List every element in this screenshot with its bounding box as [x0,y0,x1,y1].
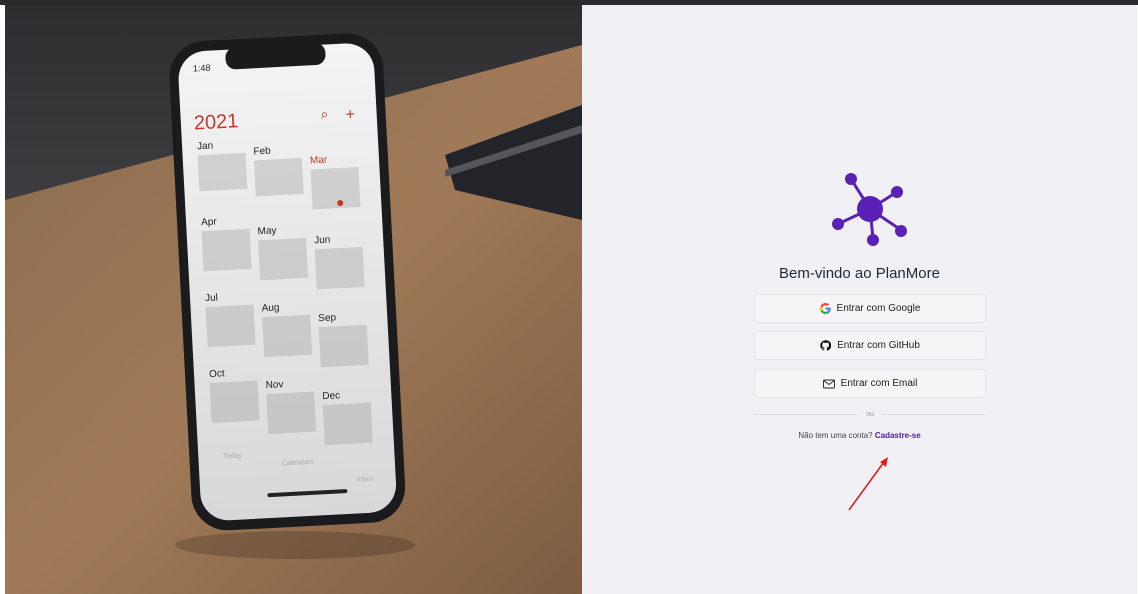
month-jun: Jun [314,235,331,247]
signup-row: Não tem uma conta? Cadastre-se [582,431,1137,440]
month-apr: Apr [201,216,218,228]
signup-prompt: Não tem uma conta? [798,431,873,440]
google-icon [819,303,831,314]
month-mar: Mar [310,155,328,167]
envelope-icon [822,379,835,388]
calendar-search-icon: ⌕ [320,105,329,121]
login-page: 1:48 2021 ⌕ + Jan Feb Mar Apr May Jun Ju… [5,5,1137,594]
month-dec: Dec [322,390,340,402]
month-may: May [257,225,276,237]
tab-inbox: Inbox [357,476,375,484]
tab-today: Today [223,452,243,460]
annotation-arrow-icon [848,457,888,511]
welcome-heading: Bem-vindo ao PlanMore [779,265,940,282]
or-label: ou [866,410,874,418]
phone-on-table-illustration: 1:48 2021 ⌕ + Jan Feb Mar Apr May Jun Ju… [5,5,582,594]
month-oct: Oct [209,368,225,380]
signup-link[interactable]: Cadastre-se [875,431,921,440]
login-panel: Bem-vindo ao PlanMore Entrar com Google … [582,5,1137,594]
network-hub-icon [832,173,907,246]
month-nov: Nov [265,379,283,391]
divider-line-left [754,413,859,415]
month-feb: Feb [253,146,271,158]
github-icon [820,340,832,351]
month-aug: Aug [261,302,279,314]
email-login-button[interactable]: Entrar com Email [754,369,986,398]
email-login-label: Entrar com Email [840,378,918,389]
calendar-add-icon: + [345,106,355,123]
github-login-button[interactable]: Entrar com GitHub [754,331,986,360]
month-jan: Jan [197,141,214,153]
month-jul: Jul [205,293,218,305]
phone-time: 1:48 [193,63,211,74]
calendar-year: 2021 [193,110,239,134]
google-login-label: Entrar com Google [836,303,921,314]
github-login-label: Entrar com GitHub [837,340,920,351]
google-login-button[interactable]: Entrar com Google [754,294,986,323]
hero-photo: 1:48 2021 ⌕ + Jan Feb Mar Apr May Jun Ju… [5,5,582,594]
or-divider: ou [754,408,987,420]
divider-line-right [881,413,987,415]
month-sep: Sep [318,312,337,324]
